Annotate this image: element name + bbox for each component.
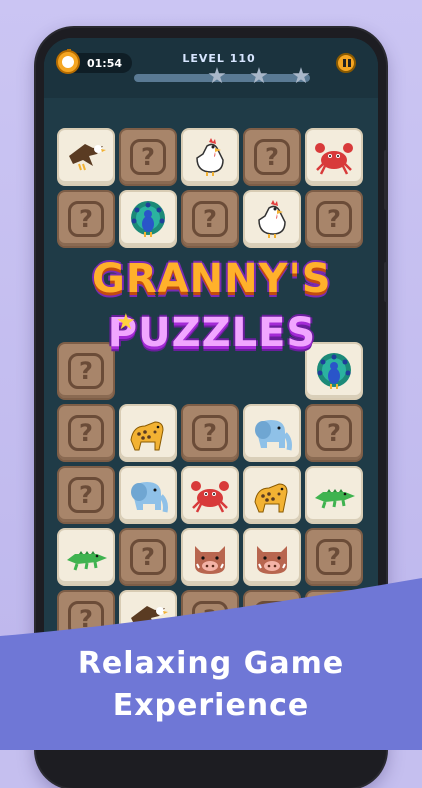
phone-side-button bbox=[384, 150, 388, 210]
boar-icon bbox=[187, 534, 233, 580]
tile-eagle[interactable] bbox=[57, 128, 115, 186]
tile-crab[interactable] bbox=[305, 128, 363, 186]
question-mark-icon: ? bbox=[316, 201, 352, 237]
logo-line-1: GRANNY'S bbox=[92, 256, 332, 302]
hidden-tile[interactable]: ? bbox=[57, 190, 115, 248]
timer-value: 01:54 bbox=[86, 56, 122, 70]
crocodile-icon bbox=[63, 534, 109, 580]
tile-crocodile[interactable] bbox=[305, 466, 363, 524]
timer: 01:54 bbox=[56, 49, 132, 74]
hud-bar: 01:54 LEVEL 110 ★ ★ ★ bbox=[44, 38, 378, 98]
boar-icon bbox=[249, 534, 295, 580]
hidden-tile[interactable]: ? bbox=[119, 128, 177, 186]
eagle-icon bbox=[63, 134, 109, 180]
question-mark-icon: ? bbox=[68, 201, 104, 237]
star-icon: ★ bbox=[116, 310, 136, 335]
hidden-tile[interactable]: ? bbox=[181, 404, 239, 462]
star-icon: ★ bbox=[291, 64, 311, 89]
stopwatch-icon bbox=[56, 49, 80, 74]
pause-button[interactable] bbox=[336, 53, 356, 73]
star-icon: ★ bbox=[249, 64, 269, 89]
tile-chicken[interactable] bbox=[181, 128, 239, 186]
tile-peacock[interactable] bbox=[119, 190, 177, 248]
hidden-tile[interactable]: ? bbox=[243, 128, 301, 186]
logo-line-2: PUZZLES bbox=[107, 310, 317, 356]
question-mark-icon: ? bbox=[316, 539, 352, 575]
hidden-tile[interactable]: ? bbox=[305, 404, 363, 462]
leopard-icon bbox=[125, 410, 171, 456]
chicken-icon bbox=[187, 134, 233, 180]
question-mark-icon: ? bbox=[130, 139, 166, 175]
chicken-icon bbox=[249, 196, 295, 242]
question-mark-icon: ? bbox=[130, 539, 166, 575]
peacock-icon bbox=[125, 196, 171, 242]
tile-elephant[interactable] bbox=[119, 466, 177, 524]
crab-icon bbox=[311, 134, 357, 180]
hidden-tile[interactable]: ? bbox=[181, 190, 239, 248]
headline-line-1: Relaxing Game bbox=[77, 646, 345, 681]
question-mark-icon: ? bbox=[254, 139, 290, 175]
tile-elephant[interactable] bbox=[243, 404, 301, 462]
question-mark-icon: ? bbox=[316, 415, 352, 451]
crab-icon bbox=[187, 472, 233, 518]
tile-leopard[interactable] bbox=[119, 404, 177, 462]
tile-leopard[interactable] bbox=[243, 466, 301, 524]
hidden-tile[interactable]: ? bbox=[57, 404, 115, 462]
hidden-tile[interactable]: ? bbox=[57, 466, 115, 524]
phone-side-button bbox=[384, 262, 388, 302]
question-mark-icon: ? bbox=[68, 415, 104, 451]
question-mark-icon: ? bbox=[192, 201, 228, 237]
question-mark-icon: ? bbox=[192, 415, 228, 451]
headline-line-2: Experience bbox=[112, 688, 310, 723]
elephant-icon bbox=[125, 472, 171, 518]
game-logo: GRANNY'S PUZZLES ★ bbox=[92, 252, 332, 382]
tile-crab[interactable] bbox=[181, 466, 239, 524]
elephant-icon bbox=[249, 410, 295, 456]
star-icon: ★ bbox=[207, 64, 227, 89]
question-mark-icon: ? bbox=[68, 477, 104, 513]
leopard-icon bbox=[249, 472, 295, 518]
crocodile-icon bbox=[311, 472, 357, 518]
tile-chicken[interactable] bbox=[243, 190, 301, 248]
hidden-tile[interactable]: ? bbox=[305, 190, 363, 248]
